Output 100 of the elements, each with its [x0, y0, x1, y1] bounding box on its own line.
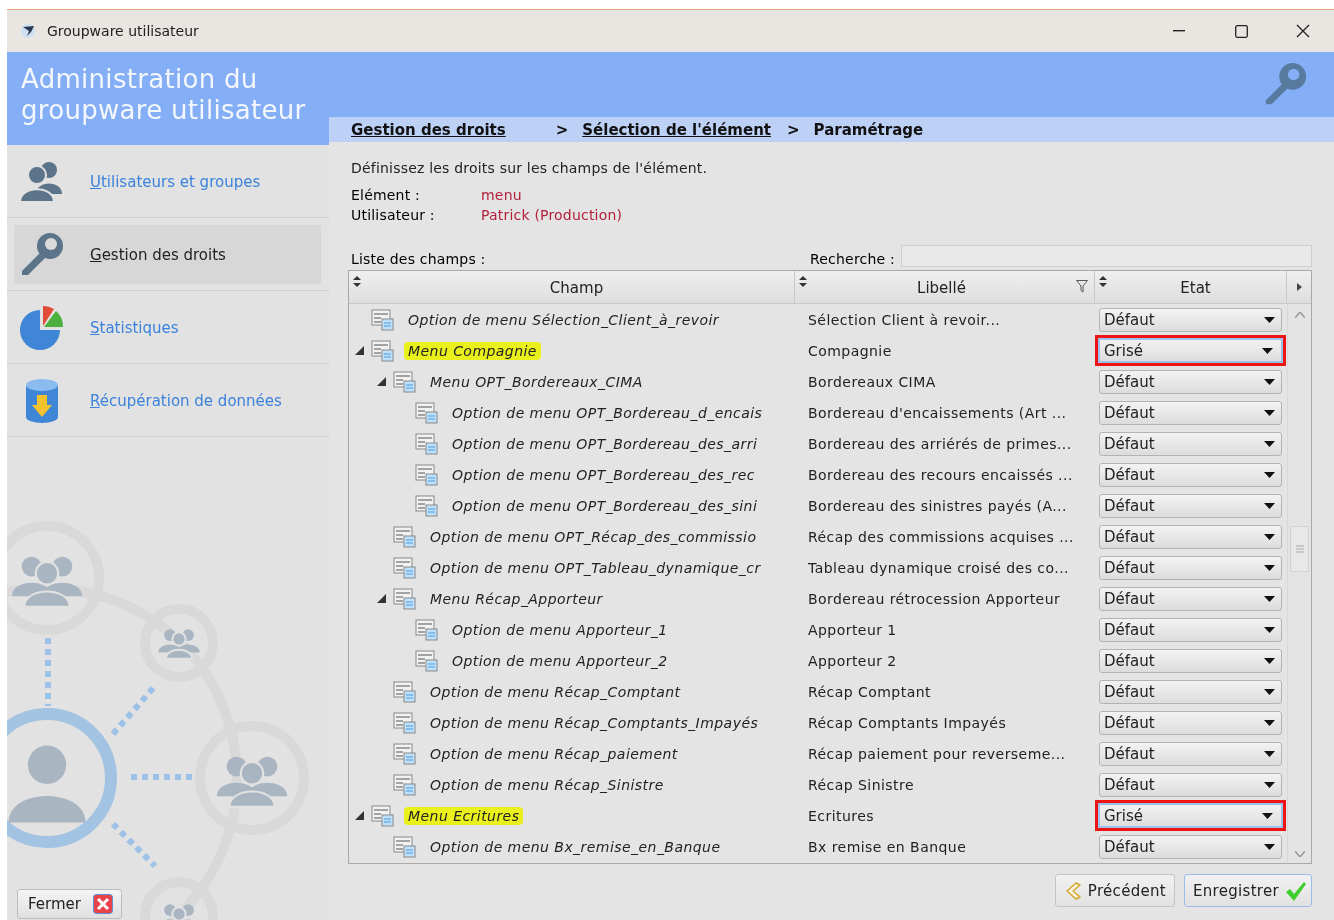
- field-name[interactable]: Menu Ecritures: [404, 806, 524, 825]
- menu-node-icon: [393, 742, 417, 765]
- state-dropdown[interactable]: Défaut: [1099, 834, 1282, 859]
- state-dropdown[interactable]: Défaut: [1099, 586, 1282, 611]
- field-name[interactable]: Menu Récap_Apporteur: [426, 589, 607, 608]
- field-name[interactable]: Option de menu Apporteur_1: [448, 620, 672, 639]
- previous-button[interactable]: Précédent: [1054, 874, 1176, 907]
- field-label: Tableau dynamique croisé des co...: [807, 558, 1070, 578]
- field-value: menu: [481, 186, 523, 205]
- collapse-triangle-icon[interactable]: [377, 377, 386, 386]
- field-name[interactable]: Option de menu OPT_Bordereau_des_sini: [448, 496, 762, 515]
- search-field[interactable]: [900, 245, 1312, 267]
- sidebar-item[interactable]: Gestion des droits: [14, 225, 321, 284]
- scroll-down-icon[interactable]: [1294, 851, 1305, 857]
- field-name[interactable]: Option de menu Récap_Sinistre: [426, 775, 668, 794]
- field-name[interactable]: Option de menu OPT_Bordereau_des_arri: [448, 434, 762, 453]
- field-name[interactable]: Option de menu Sélection_Client_à_revoir: [404, 310, 724, 329]
- field-name[interactable]: Option de menu Récap_Comptants_Impayés: [426, 713, 763, 732]
- column-header[interactable]: Libellé: [795, 271, 1095, 303]
- caret-icon: [1264, 316, 1275, 323]
- field-label: Bordereaux CIMA: [807, 372, 937, 392]
- close-button[interactable]: Fermer: [17, 889, 122, 919]
- check-icon: [1285, 879, 1307, 902]
- field-label: Ecritures: [807, 806, 875, 826]
- scrollbar-thumb[interactable]: [1290, 526, 1309, 572]
- state-dropdown[interactable]: Grisé: [1095, 800, 1286, 831]
- field-name[interactable]: Option de menu OPT_Tableau_dynamique_cr: [426, 558, 765, 577]
- window-title: Groupware utilisateur: [47, 23, 199, 39]
- field-name[interactable]: Option de menu Bx_remise_en_Banque: [426, 837, 725, 856]
- menu-node-icon: [393, 773, 417, 796]
- state-dropdown[interactable]: Défaut: [1099, 307, 1282, 332]
- field-name[interactable]: Option de menu Apporteur_2: [448, 651, 672, 670]
- field-name[interactable]: Menu Compagnie: [404, 341, 541, 360]
- menu-node-icon: [415, 618, 439, 641]
- breadcrumb-separator: >: [787, 120, 800, 139]
- field-name[interactable]: Option de menu Récap_paiement: [426, 744, 682, 763]
- menu-node-icon: [393, 587, 417, 610]
- column-header[interactable]: Champ: [349, 271, 795, 303]
- state-dropdown[interactable]: Défaut: [1099, 679, 1282, 704]
- state-dropdown[interactable]: Défaut: [1099, 772, 1282, 797]
- column-header[interactable]: Etat: [1095, 271, 1287, 303]
- collapse-triangle-icon[interactable]: [377, 594, 386, 603]
- field-label: Apporteur 2: [807, 651, 898, 671]
- app-heading: Administration du groupware utilisateur: [7, 52, 329, 145]
- scroll-up-icon[interactable]: [1294, 312, 1305, 318]
- breadcrumb-link[interactable]: Gestion des droits: [351, 120, 506, 139]
- menu-node-icon: [371, 339, 395, 362]
- breadcrumb-current: Paramétrage: [813, 120, 924, 139]
- menu-node-icon: [393, 680, 417, 703]
- field-name[interactable]: Option de menu OPT_Bordereau_des_rec: [448, 465, 759, 484]
- state-dropdown[interactable]: Défaut: [1099, 400, 1282, 425]
- column-menu-arrow-icon[interactable]: [1296, 283, 1302, 291]
- menu-node-icon: [415, 494, 439, 517]
- filter-icon[interactable]: [1076, 280, 1088, 293]
- field-name[interactable]: Menu OPT_Bordereaux_CIMA: [426, 372, 647, 391]
- caret-icon: [1264, 688, 1275, 695]
- state-dropdown[interactable]: Grisé: [1095, 335, 1286, 366]
- collapse-triangle-icon[interactable]: [355, 346, 364, 355]
- state-dropdown[interactable]: Défaut: [1099, 462, 1282, 487]
- field-label: Bordereau des recours encaissés ...: [807, 465, 1074, 485]
- breadcrumb-separator: >: [555, 120, 569, 139]
- caret-icon: [1264, 657, 1275, 664]
- state-dropdown[interactable]: Défaut: [1099, 617, 1282, 642]
- scrollbar[interactable]: [1287, 304, 1311, 863]
- save-button[interactable]: Enregistrer: [1184, 874, 1312, 907]
- field-label: Bordereau des arriérés de primes...: [807, 434, 1073, 454]
- state-dropdown[interactable]: Défaut: [1099, 524, 1282, 549]
- field-name[interactable]: Option de menu OPT_Bordereau_d_encais: [448, 403, 767, 422]
- field-name[interactable]: Option de menu Récap_Comptant: [426, 682, 685, 701]
- menu-node-icon: [393, 835, 417, 858]
- collapse-triangle-icon[interactable]: [355, 811, 364, 820]
- app-icon: [19, 22, 37, 40]
- field-name[interactable]: Option de menu OPT_Récap_des_commissio: [426, 527, 761, 546]
- menu-node-icon: [393, 370, 417, 393]
- state-dropdown[interactable]: Défaut: [1099, 431, 1282, 456]
- sort-icon: [799, 276, 807, 287]
- field-value: Patrick (Production): [481, 206, 624, 225]
- state-dropdown[interactable]: Défaut: [1099, 648, 1282, 673]
- caret-icon: [1264, 440, 1275, 447]
- caret-icon: [1264, 843, 1275, 850]
- caret-icon: [1264, 502, 1275, 509]
- state-dropdown[interactable]: Défaut: [1099, 710, 1282, 735]
- state-dropdown[interactable]: Défaut: [1099, 555, 1282, 580]
- caret-icon: [1264, 564, 1275, 571]
- field-label: Bordereau rétrocession Apporteur: [807, 589, 1062, 609]
- state-dropdown[interactable]: Défaut: [1099, 741, 1282, 766]
- field-label: Récap Comptants Impayés: [807, 713, 1008, 733]
- sort-icon: [353, 276, 361, 287]
- state-dropdown[interactable]: Défaut: [1099, 493, 1282, 518]
- menu-node-icon: [415, 401, 439, 424]
- field-label: Récap Comptant: [807, 682, 932, 702]
- caret-icon: [1264, 595, 1275, 602]
- search-label: Recherche :: [810, 251, 895, 267]
- menu-node-icon: [415, 649, 439, 672]
- caret-icon: [1264, 409, 1275, 416]
- state-dropdown[interactable]: Défaut: [1099, 369, 1282, 394]
- grip-icon: [1295, 545, 1304, 553]
- breadcrumb-link[interactable]: Sélection de l'élément: [582, 120, 771, 139]
- menu-node-icon: [415, 463, 439, 486]
- instructions-text: Définissez les droits sur les champs de l'élément.: [351, 159, 709, 178]
